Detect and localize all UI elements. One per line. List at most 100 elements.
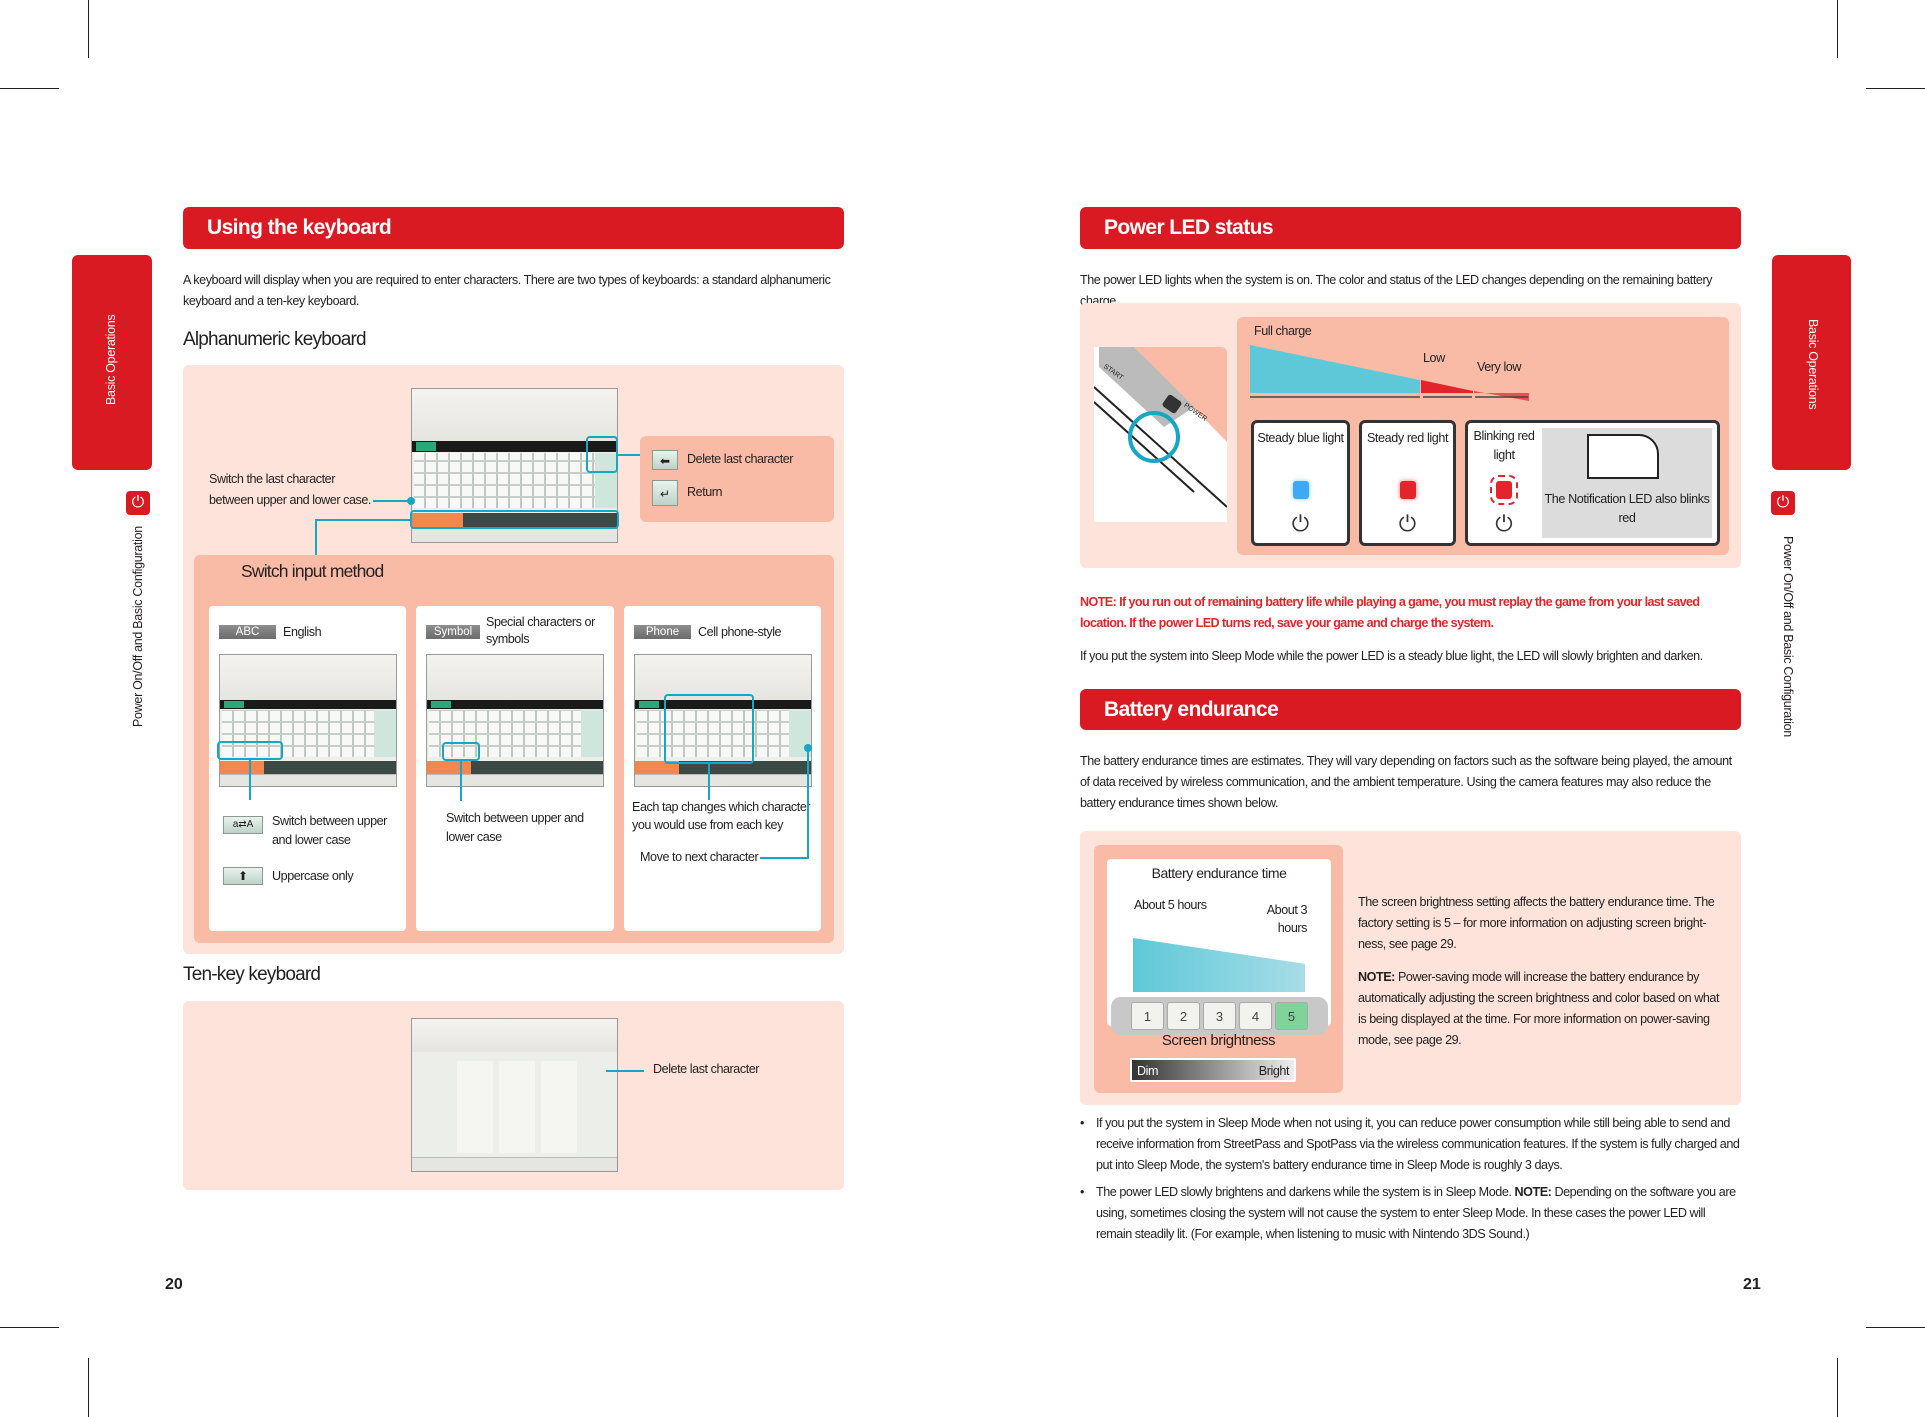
led-state-blue: Steady blue light ⏻: [1251, 420, 1350, 546]
power-icon: ⏻: [1771, 491, 1795, 515]
brightness-title: Screen brightness: [1161, 1032, 1276, 1049]
battery-intro: The battery endurance times are estimate…: [1080, 754, 1732, 810]
section-header: Power LED status: [1080, 207, 1741, 249]
highlight-delete-return: [586, 436, 618, 473]
case-toggle-icon: a⇄A: [223, 816, 263, 834]
brightness-level-1: 1: [1131, 1002, 1164, 1030]
highlight-case-key: [442, 742, 480, 761]
brightness-level-4: 4: [1239, 1002, 1272, 1030]
callout-dot: [407, 497, 415, 505]
symbol-chip: Symbol: [426, 625, 480, 639]
chart-title: Battery endurance time: [1151, 865, 1287, 881]
section-header: Battery endurance: [1080, 689, 1741, 730]
blue-led-icon: [1292, 481, 1309, 499]
keys-legend: ⬅ Delete last character ↵ Return: [640, 436, 834, 522]
red-led-icon: [1399, 481, 1416, 499]
endurance-wedge: [1133, 938, 1305, 992]
callout-line: [315, 519, 411, 521]
delete-label: Delete last character: [687, 452, 794, 466]
led-state-blinking: Blinking red light ⏻ The Notification LE…: [1465, 420, 1720, 546]
input-card-phone: Phone Cell phone-style Each tap changes …: [624, 606, 821, 931]
dim-label: Dim: [1137, 1064, 1159, 1078]
min-label: About 3 hours: [1266, 903, 1308, 935]
callout-line: [373, 500, 411, 502]
brightness-level-2: 2: [1167, 1002, 1200, 1030]
brightness-text: The screen brightness setting affects th…: [1358, 892, 1728, 1051]
note-bold: NOTE:: [1358, 970, 1395, 984]
charge-wedge: [1250, 345, 1529, 401]
subheading: Alphanumeric keyboard: [183, 329, 367, 350]
battery-chart: Battery endurance time About 5 hours Abo…: [1107, 859, 1331, 1035]
page-number: 20: [165, 1276, 183, 1293]
power-icon: ⏻: [1291, 511, 1310, 536]
highlight-case-keys: [217, 741, 283, 760]
state-label: Steady blue light: [1257, 431, 1344, 445]
notification-label: The Notification LED also blinks red: [1544, 492, 1710, 525]
callout-line: [606, 1070, 644, 1072]
page-number: 21: [1743, 1276, 1761, 1293]
full-charge-segment: [1250, 345, 1420, 393]
callout-line: [315, 519, 317, 555]
abc-chip: ABC: [219, 625, 276, 639]
section-header: Using the keyboard: [183, 207, 844, 249]
side-tab-label: Basic Operations: [104, 314, 118, 405]
crop-mark: [1866, 1327, 1925, 1328]
crop-mark: [88, 0, 89, 58]
phone-chip: Phone: [634, 625, 691, 639]
side-tab-basic-operations[interactable]: Basic Operations: [72, 255, 152, 470]
section-label: Power On/Off and Basic Configuration: [1781, 536, 1795, 737]
card-note: Each tap changes which character you wou…: [632, 800, 811, 832]
max-label: About 5 hours: [1134, 898, 1207, 912]
switch-input-title: Switch input method: [241, 561, 384, 581]
side-tab-basic-operations[interactable]: Basic Operations: [1772, 255, 1851, 470]
keyboard-screenshot: [426, 654, 604, 787]
bullet-text: The power LED slowly brightens and darke…: [1095, 1185, 1736, 1241]
arrow-up-icon: ⬆: [223, 867, 263, 885]
crop-mark: [1837, 0, 1838, 58]
power-icon: ⏻: [1398, 511, 1417, 536]
state-label: Steady red light: [1366, 431, 1449, 445]
return-icon: ↵: [652, 480, 678, 506]
card-label: Special characters or symbols: [486, 615, 595, 646]
callout-line: [760, 857, 809, 859]
card-label: Cell phone-style: [698, 625, 782, 639]
power-icon: ⏻: [126, 491, 150, 515]
tenkey-screenshot: [411, 1018, 618, 1172]
intro-text: A keyboard will display when you are req…: [183, 273, 831, 308]
sleep-text: If you put the system into Sleep Mode wh…: [1080, 649, 1703, 663]
device-illustration: START POWER: [1094, 347, 1227, 522]
bullet-item: • If you put the system in Sleep Mode whe…: [1080, 1113, 1740, 1176]
highlight-phone-keys: [664, 694, 754, 764]
input-card-english: ABC English a⇄A Switch between upper and…: [209, 606, 406, 931]
card-note: Move to next character: [640, 850, 759, 864]
crop-mark: [1866, 88, 1925, 89]
battery-chart-box: Battery endurance time About 5 hours Abo…: [1094, 845, 1343, 1093]
callout-line: [249, 760, 251, 800]
card-label: English: [283, 625, 322, 639]
keyboard-screenshot: [219, 654, 397, 787]
brightness-level-3: 3: [1203, 1002, 1236, 1030]
notification-led-illustration: [1587, 434, 1659, 479]
switch-case-label: Switch the last character between upper …: [209, 472, 371, 507]
notification-led-box: The Notification LED also blinks red: [1542, 428, 1712, 538]
callout-line: [460, 761, 462, 801]
section-label: Power On/Off and Basic Configuration: [131, 526, 145, 727]
card-note: Switch between upper and lower case: [446, 811, 584, 844]
side-tab-label: Basic Operations: [1806, 319, 1820, 410]
power-icon: ⏻: [1495, 511, 1513, 536]
bullet-item: • The power LED slowly brightens and dark…: [1080, 1182, 1740, 1245]
bullet-text: If you put the system in Sleep Mode when…: [1095, 1116, 1740, 1172]
state-label: Blinking red light: [1473, 429, 1535, 462]
highlight-input-tabs: [410, 510, 619, 529]
return-label: Return: [687, 485, 723, 499]
callout-line: [807, 748, 809, 858]
bullet-list: • If you put the system in Sleep Mode whe…: [1080, 1113, 1740, 1245]
note-text: Power-saving mode will increase the batt…: [1358, 970, 1719, 1047]
battery-note: NOTE: If you run out of remaining batter…: [1080, 595, 1700, 630]
brightness-paragraph: The screen brightness setting affects th…: [1358, 895, 1715, 951]
crop-mark: [0, 1327, 59, 1328]
delete-icon: ⬅: [652, 450, 678, 470]
led-state-red: Steady red light ⏻: [1359, 420, 1456, 546]
brightness-level-5: 5: [1275, 1002, 1308, 1030]
card-note: Uppercase only: [272, 869, 354, 883]
